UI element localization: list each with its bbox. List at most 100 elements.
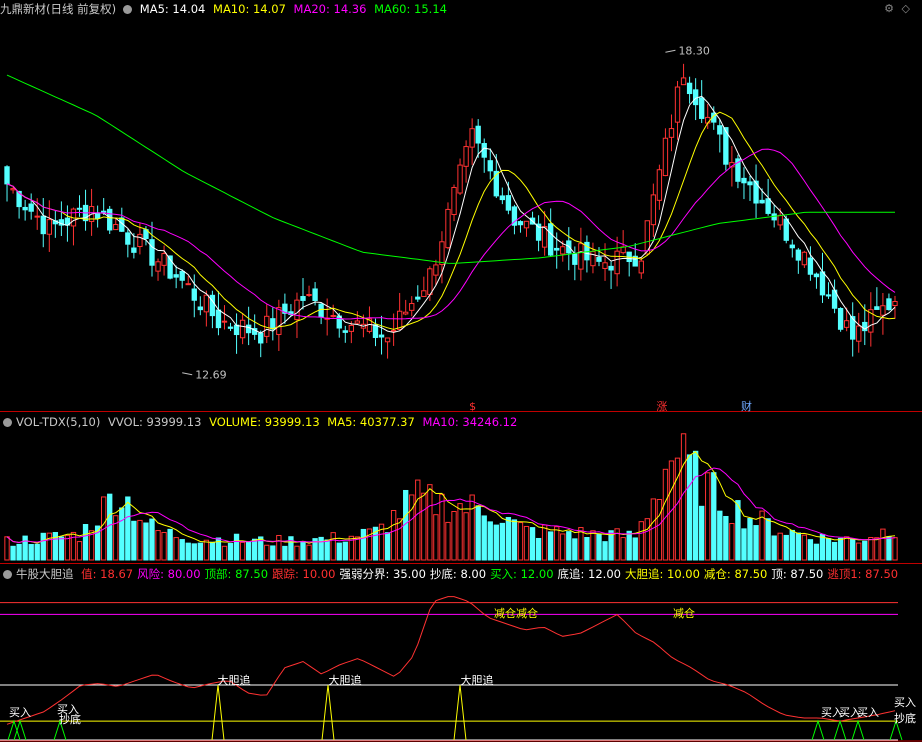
candle-body <box>403 311 409 315</box>
candle-body <box>656 169 663 201</box>
signal-spike <box>851 719 865 741</box>
volume-bar <box>723 515 729 561</box>
volume-bar <box>161 531 167 561</box>
volume-bar <box>4 536 10 561</box>
signal-spike <box>211 684 225 741</box>
chart-canvas: 18.3012.69$ 涨财买入 买入抄底大胆追 大胆追 大胆追减仓 减仓 减仓买入买入买入… <box>0 44 922 742</box>
volume-bar <box>427 484 433 561</box>
volume-bar <box>76 541 83 561</box>
candle-body <box>155 261 161 272</box>
volume-bar <box>137 519 143 561</box>
volume-bar <box>680 433 687 561</box>
volume-bar <box>245 541 252 561</box>
candle-body <box>747 181 753 186</box>
volume-bar <box>70 531 77 561</box>
low-price-label: 12.69 <box>195 369 227 382</box>
volume-bar <box>632 537 638 561</box>
volume-bar <box>451 511 457 561</box>
volume-bar <box>421 492 427 561</box>
volume-bar <box>529 527 536 561</box>
volume-bar <box>300 540 306 561</box>
candle-body <box>421 290 427 297</box>
signal-label: 大胆追 <box>461 673 494 687</box>
candle-body <box>662 137 669 177</box>
volume-bar <box>868 537 874 561</box>
volume-bar <box>892 537 898 561</box>
candle-body <box>312 288 318 301</box>
volume-bar <box>499 522 506 561</box>
candle-body <box>354 320 361 324</box>
volume-bar <box>819 533 826 561</box>
candle-body <box>433 264 439 276</box>
volume-bar <box>729 523 735 561</box>
volume-bar <box>831 541 838 561</box>
volume-bar <box>282 545 288 561</box>
volume-bar <box>644 518 650 561</box>
volume-bar <box>656 499 663 561</box>
volume-bar <box>783 534 789 561</box>
volume-bar <box>843 536 850 561</box>
volume-bar <box>699 505 705 561</box>
volume-bar <box>523 525 530 561</box>
volume-bar <box>487 521 493 561</box>
volume-bar <box>227 542 234 561</box>
candle-body <box>481 143 487 158</box>
candle-body <box>203 294 210 313</box>
candle-body <box>759 199 765 204</box>
candle-body <box>76 207 83 210</box>
candle-body <box>765 198 771 214</box>
volume-bar <box>765 518 771 561</box>
volume-bar <box>276 534 282 561</box>
volume-bar <box>390 509 397 561</box>
volume-bar <box>566 531 572 561</box>
volume-bar <box>602 541 608 561</box>
volume-bar <box>415 479 421 561</box>
signal-label: 抄底 <box>894 711 916 725</box>
candle-body <box>686 82 693 95</box>
candle-body <box>789 244 795 249</box>
candle-body <box>560 246 566 255</box>
candle-body <box>294 299 300 321</box>
candle-body <box>270 318 276 330</box>
volume-bar <box>131 520 137 561</box>
candle-body <box>239 319 246 339</box>
volume-bar <box>360 528 367 561</box>
candle-body <box>233 324 240 336</box>
candle-body <box>856 325 862 342</box>
candle-body <box>783 218 789 241</box>
volume-bar <box>167 528 173 561</box>
candle-body <box>409 303 415 311</box>
candle-body <box>517 221 524 226</box>
candle-body <box>819 271 826 296</box>
volume-bar <box>306 544 312 561</box>
candle-body <box>795 249 802 261</box>
candle-body <box>668 128 675 138</box>
candle-body <box>590 251 596 267</box>
candle-body <box>113 224 119 231</box>
candle-body <box>46 219 52 235</box>
volume-bar <box>862 540 868 561</box>
volume-bar <box>554 526 560 561</box>
volume-bar <box>596 533 602 561</box>
volume-bar <box>547 531 554 561</box>
volume-bar <box>735 500 741 561</box>
volume-bar <box>46 532 52 561</box>
volume-bar <box>445 521 451 561</box>
candle-body <box>28 203 34 212</box>
volume-bar <box>590 530 596 561</box>
candle-body <box>179 270 185 281</box>
candle-body <box>4 166 10 185</box>
volume-bar <box>179 539 185 561</box>
volume-bar <box>396 518 403 561</box>
candle-body <box>886 298 892 311</box>
volume-bar <box>409 494 415 561</box>
candle-body <box>131 247 137 253</box>
volume-bar <box>185 542 191 561</box>
candle-body <box>602 262 608 269</box>
candle-body <box>699 97 705 119</box>
volume-bar <box>813 543 820 561</box>
candle-body <box>384 337 391 343</box>
candle-body <box>415 296 421 300</box>
volume-bar <box>233 533 240 561</box>
candle-body <box>372 324 379 338</box>
